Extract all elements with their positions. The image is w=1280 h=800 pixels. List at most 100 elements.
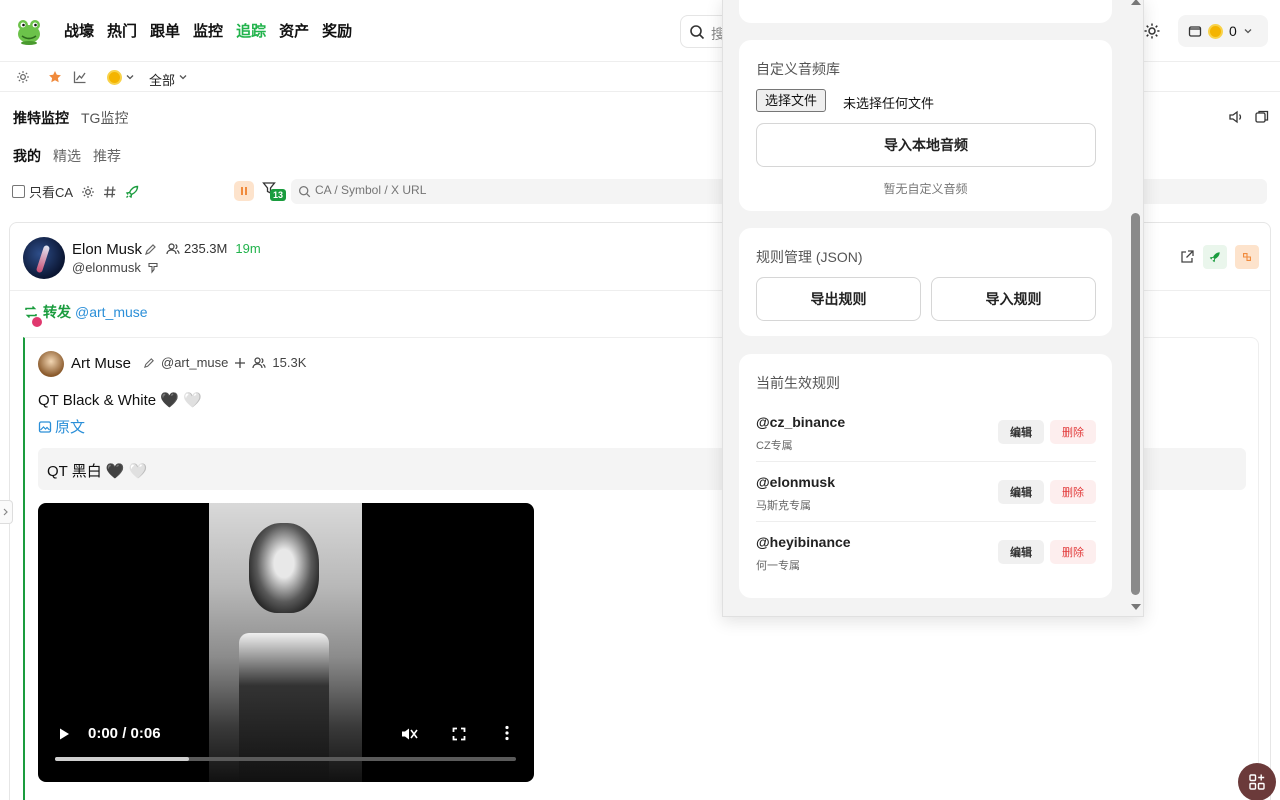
tab-twitter-monitor[interactable]: 推特监控	[13, 108, 69, 128]
nav-item-assets[interactable]: 资产	[279, 20, 309, 41]
nav-item-tracking[interactable]: 追踪	[236, 20, 266, 41]
author-name[interactable]: Elon Musk	[72, 241, 142, 258]
filter-count-badge: 13	[270, 189, 287, 201]
avatar[interactable]	[23, 237, 65, 279]
chain-coin-icon[interactable]	[107, 70, 122, 85]
wallet-balance: 0	[1229, 23, 1237, 39]
users-icon	[252, 356, 266, 370]
rules-json-section: 规则管理 (JSON) 导出规则 导入规则	[739, 228, 1112, 336]
nav-item-rewards[interactable]: 奖励	[322, 20, 352, 41]
settings-gear-icon[interactable]	[1143, 22, 1161, 40]
nav-item-monitor[interactable]: 监控	[193, 20, 223, 41]
tab-featured[interactable]: 精选	[53, 146, 81, 166]
rule-desc: CZ专属	[756, 440, 793, 452]
auto-trade-icon[interactable]	[1235, 245, 1259, 269]
original-link[interactable]: 原文	[38, 416, 85, 437]
frog-logo-icon[interactable]	[14, 16, 44, 46]
active-rules-section: 当前生效规则 @cz_binance CZ专属 编辑 删除 @elonmusk …	[739, 354, 1112, 598]
star-icon[interactable]	[48, 70, 62, 84]
chevron-down-icon	[1243, 26, 1253, 36]
apps-icon	[1247, 772, 1267, 792]
delete-rule-button[interactable]: 删除	[1050, 420, 1096, 444]
author-handle[interactable]: @elonmusk	[72, 260, 141, 275]
speaker-icon[interactable]	[1228, 109, 1244, 125]
mute-icon[interactable]	[400, 726, 418, 742]
quote-author-name[interactable]: Art Muse	[71, 355, 131, 372]
post-time: 19m	[235, 241, 261, 256]
rule-handle: @elonmusk	[756, 474, 836, 490]
sidebar-expand-handle[interactable]	[0, 500, 13, 524]
filter-row: 只看CA	[12, 182, 139, 201]
edit-rule-button[interactable]: 编辑	[998, 420, 1044, 444]
quote-text: QT Black & White 🖤 🤍	[38, 392, 202, 409]
more-options-icon[interactable]	[504, 725, 510, 741]
monitor-type-tabs: 推特监控 TG监控	[13, 108, 128, 128]
video-progress-bar[interactable]	[55, 757, 516, 761]
chart-icon[interactable]	[73, 70, 87, 84]
quote-author-handle[interactable]: @art_muse	[161, 355, 228, 370]
scroll-up-arrow[interactable]	[1131, 0, 1141, 5]
settings-panel: 自定义音频库 选择文件 未选择任何文件 导入本地音频 暂无自定义音频 规则管理 …	[722, 0, 1144, 617]
pencil-icon[interactable]	[144, 243, 157, 256]
scope-select[interactable]: 全部	[149, 70, 175, 89]
retweet-target-link[interactable]: @art_muse	[75, 304, 148, 320]
video-player[interactable]: 0:00 / 0:06	[38, 503, 534, 782]
copy-window-icon[interactable]	[1254, 109, 1270, 125]
search-icon	[298, 185, 311, 198]
delete-rule-button[interactable]: 删除	[1050, 540, 1096, 564]
token-search-input[interactable]	[315, 183, 715, 197]
search-icon	[689, 24, 705, 40]
panel-toggle-icons	[1228, 109, 1270, 125]
nav-item-trenches[interactable]: 战壕	[64, 20, 94, 41]
unread-dot	[32, 317, 42, 327]
import-rules-button[interactable]: 导入规则	[931, 277, 1096, 321]
tab-tg-monitor[interactable]: TG监控	[81, 108, 128, 128]
export-rules-button[interactable]: 导出规则	[756, 277, 921, 321]
settings-gear-icon-small[interactable]	[16, 70, 30, 84]
list-tabs: 我的 精选 推荐	[13, 146, 121, 166]
rocket-icon[interactable]	[125, 185, 139, 199]
follower-info: 235.3M 19m	[166, 241, 261, 256]
chevron-down-icon[interactable]	[125, 72, 135, 82]
users-icon	[166, 242, 180, 256]
wallet-button[interactable]: 0	[1178, 15, 1268, 47]
quote-follower-count: 15.3K	[272, 355, 307, 370]
rules-section-title: 规则管理 (JSON)	[756, 249, 863, 265]
video-progress-fill	[55, 757, 189, 761]
original-link-label: 原文	[55, 419, 86, 436]
quote-author-meta: @art_muse 15.3K	[143, 355, 307, 370]
rule-desc: 何一专属	[756, 560, 800, 572]
panel-scrollbar-thumb[interactable]	[1131, 213, 1140, 595]
edit-rule-button[interactable]: 编辑	[998, 480, 1044, 504]
tweet-actions	[1179, 245, 1259, 269]
settings-gear-icon-filter[interactable]	[81, 185, 95, 199]
retweet-text: 转发	[43, 304, 71, 320]
tab-recommended[interactable]: 推荐	[93, 146, 121, 166]
external-link-icon[interactable]	[1179, 249, 1195, 265]
pencil-icon[interactable]	[143, 357, 155, 369]
delete-rule-button[interactable]: 删除	[1050, 480, 1096, 504]
rule-row: @cz_binance CZ专属 编辑 删除	[756, 402, 1096, 462]
play-icon[interactable]	[57, 727, 71, 741]
tab-mine[interactable]: 我的	[13, 146, 41, 166]
nav-item-trending[interactable]: 热门	[107, 20, 137, 41]
floating-apps-button[interactable]	[1238, 763, 1276, 800]
edit-rule-button[interactable]: 编辑	[998, 540, 1044, 564]
only-ca-checkbox[interactable]	[12, 185, 25, 198]
fullscreen-icon[interactable]	[452, 727, 466, 741]
bookmark-icon[interactable]	[147, 262, 159, 274]
pause-button[interactable]	[234, 181, 254, 201]
avatar[interactable]	[38, 351, 64, 377]
active-rules-title: 当前生效规则	[756, 375, 840, 391]
audio-section-title: 自定义音频库	[756, 61, 840, 77]
choose-file-button[interactable]: 选择文件	[756, 89, 827, 112]
import-local-audio-button[interactable]: 导入本地音频	[756, 123, 1096, 167]
scroll-down-arrow[interactable]	[1131, 604, 1141, 610]
chevron-down-icon[interactable]	[178, 72, 188, 82]
hashtag-icon[interactable]	[103, 185, 117, 199]
follower-count: 235.3M	[184, 241, 228, 256]
plus-icon[interactable]	[234, 357, 246, 369]
rocket-action-icon[interactable]	[1203, 245, 1227, 269]
main-nav: 战壕 热门 跟单 监控 追踪 资产 奖励	[64, 20, 352, 41]
nav-item-copy-trade[interactable]: 跟单	[150, 20, 180, 41]
